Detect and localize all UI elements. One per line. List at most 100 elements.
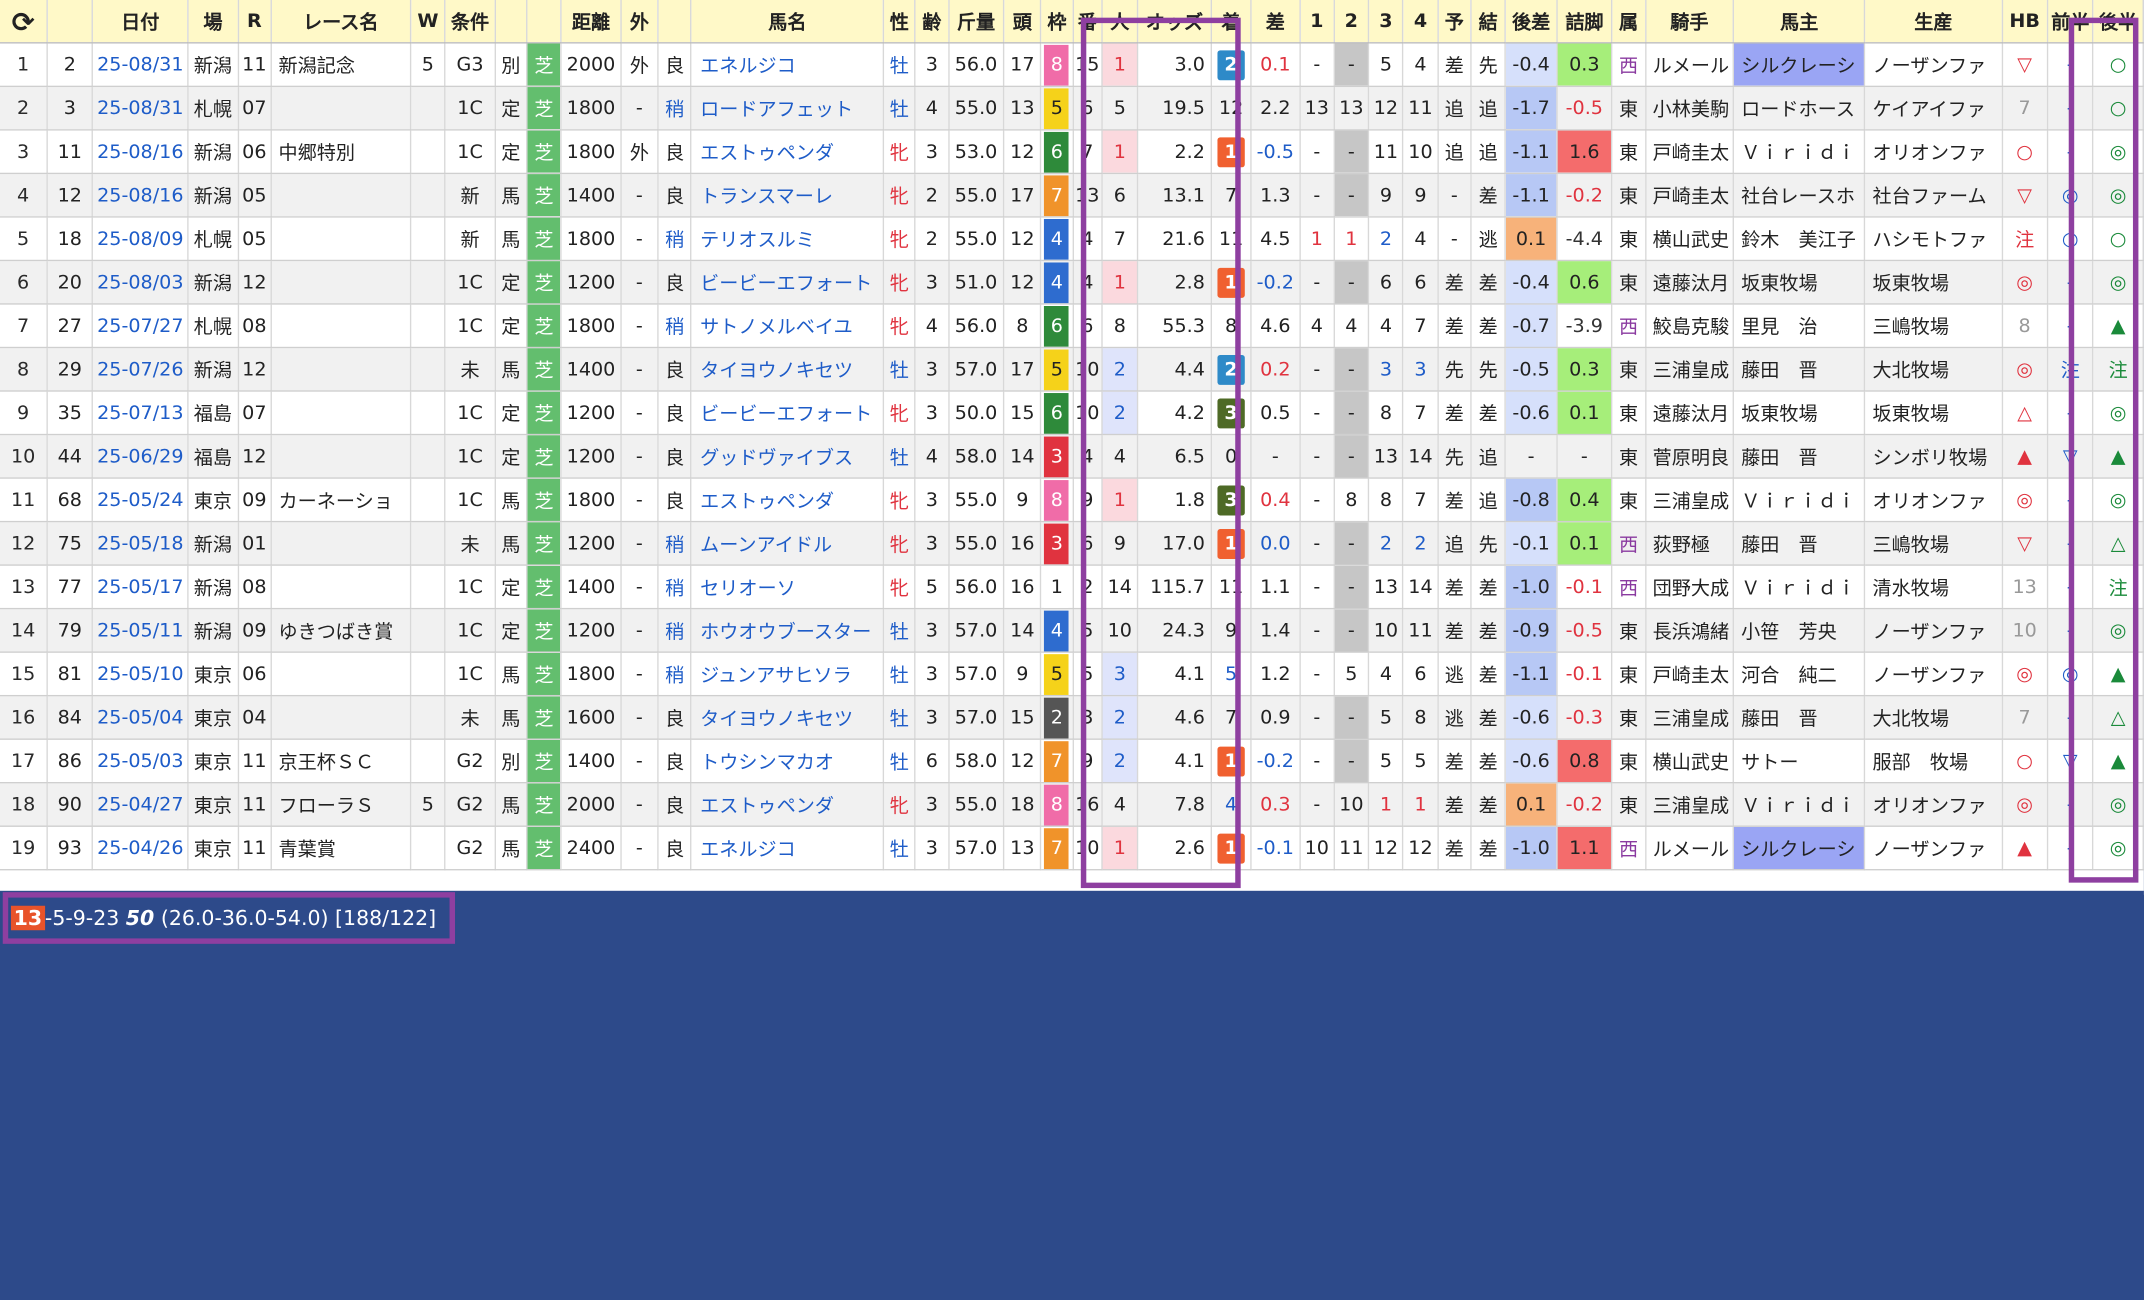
table-row[interactable]: 7 27 25-07/27 札幌 08 1C 定芝 1800- 稍サトノメルベイユ牝 4 56.0 8… xyxy=(0,303,2144,349)
weight: 51.0 xyxy=(948,260,1005,305)
horse-name-link[interactable]: サトノメルベイユ xyxy=(691,303,885,349)
horse-name-link[interactable]: セリオーソ xyxy=(691,565,885,610)
table-row[interactable]: 2 3 25-08/31 札幌 07 1C 定芝 1800- 稍ロードアフェット牡 4 55.0 13… xyxy=(0,86,2144,131)
heads: 17 xyxy=(1003,173,1042,218)
race-date-link[interactable]: 25-07/27 xyxy=(92,303,189,349)
sex: 牡 xyxy=(883,86,916,131)
time-diff: 0.5 xyxy=(1251,391,1301,436)
tsume-value: -4.4 xyxy=(1556,216,1613,262)
table-row[interactable]: 16 84 25-05/04 東京 04 未馬芝 1600- 良タイヨウノキセツ牡 3 57.0 1… xyxy=(0,695,2144,740)
yoso-style: 追 xyxy=(1437,521,1472,566)
race-date-link[interactable]: 25-05/17 xyxy=(92,565,189,610)
race-date-link[interactable]: 25-04/27 xyxy=(92,782,189,827)
reload-button[interactable]: ⟳ xyxy=(0,0,48,44)
race-date-link[interactable]: 25-08/09 xyxy=(92,216,189,262)
table-row[interactable]: 14 79 25-05/11 新潟 09 ゆきつばき賞 1C 定芝 1200- 稍ホウオウブースタ… xyxy=(0,608,2144,653)
table-row[interactable]: 5 18 25-08/09 札幌 05 新馬芝 1800- 稍テリオスルミ牝 2 55.0 12 4 4… xyxy=(0,216,2144,262)
race-condition: 馬 xyxy=(494,695,528,740)
table-row[interactable]: 17 86 25-05/03 東京 11 京王杯ＳＣ G2 別芝 1400- 良トウシンマカオ牡 6… xyxy=(0,739,2144,784)
race-date-link[interactable]: 25-05/18 xyxy=(92,521,189,566)
table-row[interactable]: 13 77 25-05/17 新潟 08 1C 定芝 1400- 稍セリオーソ牝 5 56.0 16 1… xyxy=(0,565,2144,610)
weight: 58.0 xyxy=(948,739,1005,784)
corner-2: 11 xyxy=(1334,826,1370,871)
race-date-link[interactable]: 25-08/16 xyxy=(92,173,189,218)
late-diff: 0.1 xyxy=(1505,216,1558,262)
horse-name-link[interactable]: グッドヴァイブス xyxy=(691,434,885,479)
race-date-link[interactable]: 25-08/31 xyxy=(92,86,189,131)
corner-3: 8 xyxy=(1368,478,1404,523)
horse-name-link[interactable]: タイヨウノキセツ xyxy=(691,695,885,740)
race-date-link[interactable]: 25-05/11 xyxy=(92,608,189,653)
horse-name-link[interactable]: トウシンマカオ xyxy=(691,739,885,784)
late-diff: 0.1 xyxy=(1505,782,1558,827)
horse-name-link[interactable]: テリオスルミ xyxy=(691,216,885,262)
breeder: 三嶋牧場 xyxy=(1864,521,2003,566)
venue: 東京 xyxy=(188,826,239,871)
venue: 新潟 xyxy=(188,42,239,88)
horse-number: 6 xyxy=(1072,303,1103,349)
horse-name-link[interactable]: ホウオウブースター xyxy=(691,608,885,653)
table-row[interactable]: 10 44 25-06/29 福島 12 1C 定芝 1200- 良グッドヴァイブス牡 4 58.0… xyxy=(0,434,2144,479)
race-date-link[interactable]: 25-07/26 xyxy=(92,347,189,392)
race-date-link[interactable]: 25-08/03 xyxy=(92,260,189,305)
horse-name-link[interactable]: ムーンアイドル xyxy=(691,521,885,566)
surface: 芝 xyxy=(526,782,562,827)
hb-mark: 8 xyxy=(2001,303,2049,349)
table-row[interactable]: 18 90 25-04/27 東京 11 フローラＳ 5 G2 馬芝 2000- 良エストゥペンダ牝… xyxy=(0,782,2144,827)
age: 3 xyxy=(915,826,950,871)
weight: 53.0 xyxy=(948,129,1005,175)
weight: 55.0 xyxy=(948,216,1005,262)
horse-name-link[interactable]: エネルジコ xyxy=(691,42,885,88)
race-date-link[interactable]: 25-06/29 xyxy=(92,434,189,479)
horse-name-link[interactable]: ビービーエフォート xyxy=(691,260,885,305)
table-row[interactable]: 1 2 25-08/31 新潟 11 新潟記念 5 G3 別芝 2000 外良エネルジコ牡 3 56.0… xyxy=(0,42,2144,88)
affiliation: 西 xyxy=(1611,826,1646,871)
horse-name-link[interactable]: エストゥペンダ xyxy=(691,129,885,175)
kouhan-mark: ○ xyxy=(2093,42,2144,88)
table-row[interactable]: 19 93 25-04/26 東京 11 青葉賞 G2 馬芝 2400- 良エネルジコ牡 3 57.0… xyxy=(0,826,2144,871)
race-name xyxy=(270,695,412,740)
table-row[interactable]: 3 11 25-08/16 新潟 06 中郷特別 1C 定芝 1800 外良エストゥペンダ牝 3 53… xyxy=(0,129,2144,175)
table-row[interactable]: 12 75 25-05/18 新潟 01 未馬芝 1200- 稍ムーンアイドル牝 3 55.0 16… xyxy=(0,521,2144,566)
table-row[interactable]: 8 29 25-07/26 新潟 12 未馬芝 1400- 良タイヨウノキセツ牡 3 57.0 17… xyxy=(0,347,2144,392)
race-no: 11 xyxy=(237,739,272,784)
horse-name-link[interactable]: ビービーエフォート xyxy=(691,391,885,436)
horse-name-link[interactable]: エネルジコ xyxy=(691,826,885,871)
horse-name-link[interactable]: ジュンアサヒソラ xyxy=(691,652,885,697)
race-date-link[interactable]: 25-08/16 xyxy=(92,129,189,175)
owner: Ｖｉｒｉｄｉ xyxy=(1733,129,1866,175)
race-date-link[interactable]: 25-05/24 xyxy=(92,478,189,523)
table-row[interactable]: 4 12 25-08/16 新潟 05 新馬芝 1400- 良トランスマーレ牝 2 55.0 17 7… xyxy=(0,173,2144,218)
race-date-link[interactable]: 25-07/13 xyxy=(92,391,189,436)
odds: 24.3 xyxy=(1137,608,1212,653)
hb-mark: ○ xyxy=(2001,129,2049,175)
race-date-link[interactable]: 25-04/26 xyxy=(92,826,189,871)
corner-4: 7 xyxy=(1403,478,1439,523)
horse-name-link[interactable]: タイヨウノキセツ xyxy=(691,347,885,392)
race-date-link[interactable]: 25-05/03 xyxy=(92,739,189,784)
row-number: 19 xyxy=(0,826,48,871)
corner-3: 5 xyxy=(1368,739,1404,784)
horse-name-link[interactable]: エストゥペンダ xyxy=(691,782,885,827)
race-date-link[interactable]: 25-05/10 xyxy=(92,652,189,697)
hb-mark: ◎ xyxy=(2001,478,2049,523)
going: 稍 xyxy=(658,608,692,653)
col-header-hb: HB xyxy=(2001,0,2049,44)
horse-number: 15 xyxy=(1072,42,1103,88)
yoso-style: 差 xyxy=(1437,42,1472,88)
race-date-link[interactable]: 25-08/31 xyxy=(92,42,189,88)
race-class: 1C xyxy=(445,129,496,175)
col-header-late-diff: 後差 xyxy=(1505,0,1558,44)
affiliation: 東 xyxy=(1611,347,1646,392)
owner: 藤田 晋 xyxy=(1733,521,1866,566)
horse-name-link[interactable]: エストゥペンダ xyxy=(691,478,885,523)
col-header-weight: 斤量 xyxy=(948,0,1005,44)
race-date-link[interactable]: 25-05/04 xyxy=(92,695,189,740)
table-row[interactable]: 6 20 25-08/03 新潟 12 1C 定芝 1200- 良ビービーエフォート牝 3 51.0… xyxy=(0,260,2144,305)
table-row[interactable]: 15 81 25-05/10 東京 06 1C 馬芝 1800- 稍ジュンアサヒソラ牡 3 57.0… xyxy=(0,652,2144,697)
horse-name-link[interactable]: ロードアフェット xyxy=(691,86,885,131)
horse-name-link[interactable]: トランスマーレ xyxy=(691,173,885,218)
surface: 芝 xyxy=(526,303,562,349)
table-row[interactable]: 11 68 25-05/24 東京 09 カーネーショ 1C 馬芝 1800- 良エストゥペンダ牝… xyxy=(0,478,2144,523)
table-row[interactable]: 9 35 25-07/13 福島 07 1C 定芝 1200- 良ビービーエフォート牝 3 50.0… xyxy=(0,391,2144,436)
